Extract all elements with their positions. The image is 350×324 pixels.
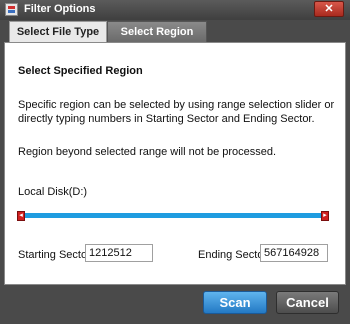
tab-select-file-type[interactable]: Select File Type xyxy=(9,21,107,42)
region-note: Region beyond selected range will not be… xyxy=(18,146,277,158)
starting-sector-input[interactable] xyxy=(85,244,153,262)
app-icon xyxy=(5,3,18,16)
cancel-button[interactable]: Cancel xyxy=(276,291,339,314)
range-slider[interactable]: ◂ ▸ xyxy=(17,211,329,221)
button-bar: Scan Cancel xyxy=(0,285,350,324)
slider-track[interactable] xyxy=(17,213,329,218)
select-region-panel: Select Specified Region Specific region … xyxy=(4,42,346,285)
ending-sector-input[interactable] xyxy=(260,244,328,262)
region-description: Specific region can be selected by using… xyxy=(18,99,335,125)
disk-label: Local Disk(D:) xyxy=(18,186,88,198)
slider-end-handle[interactable]: ▸ xyxy=(321,211,329,221)
ending-sector-label: Ending Sector xyxy=(198,249,268,261)
slider-start-handle[interactable]: ◂ xyxy=(17,211,25,221)
tab-select-region[interactable]: Select Region xyxy=(107,21,207,42)
title-bar: Filter Options ✕ xyxy=(0,0,350,20)
scan-button[interactable]: Scan xyxy=(203,291,267,314)
section-heading: Select Specified Region xyxy=(18,65,143,77)
window-title: Filter Options xyxy=(24,3,96,15)
filter-options-window: Filter Options ✕ Select File Type Select… xyxy=(0,0,350,324)
tab-bar: Select File Type Select Region xyxy=(0,20,350,42)
starting-sector-label: Starting Sector xyxy=(18,249,91,261)
close-button[interactable]: ✕ xyxy=(314,1,344,17)
